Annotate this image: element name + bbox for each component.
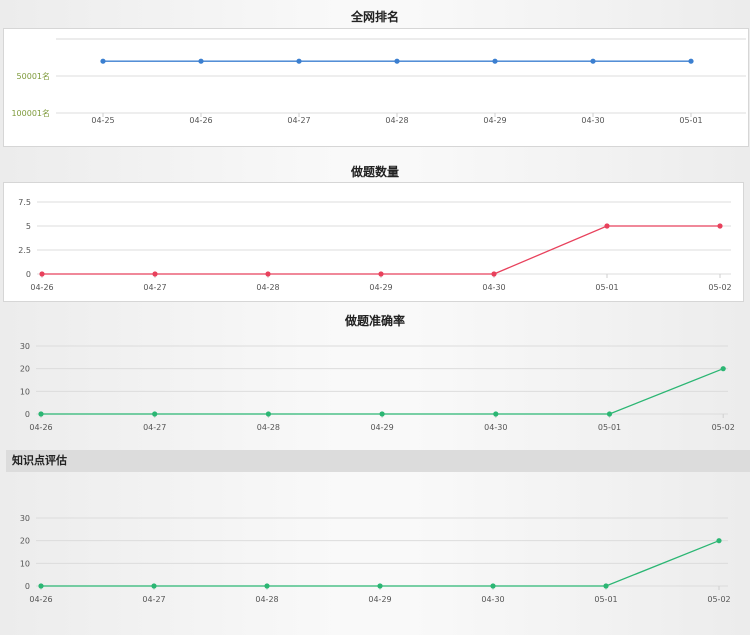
- y-tick-label: 20: [20, 365, 30, 374]
- y-tick-label: 7.5: [18, 198, 31, 207]
- rank-chart: 50001名 100001名 04-25 04-26 04-27 04-28 04-29 04…: [11, 38, 746, 125]
- data-point: [39, 271, 45, 277]
- x-tick-label: 04-28: [255, 595, 278, 604]
- x-tick-label: 04-27: [143, 423, 166, 432]
- data-point: [100, 58, 106, 64]
- x-tick-label: 05-02: [707, 595, 730, 604]
- y-tick-label: 30: [20, 514, 30, 523]
- x-tick-label: 04-25: [91, 116, 114, 125]
- rank-chart-panel: 50001名 100001名 04-25 04-26 04-27 04-28 04-29 04…: [3, 28, 749, 147]
- y-tick-label: 10: [20, 387, 30, 396]
- x-tick-label: 04-26: [189, 116, 212, 125]
- count-chart: 0 2.5 5 7.5 04-26 04-27 04-28 04-29 04-30 05-01 05…: [18, 198, 731, 292]
- data-point: [265, 271, 271, 277]
- x-tick-label: 04-26: [29, 595, 52, 604]
- y-tick-label: 30: [20, 342, 30, 351]
- x-tick-label: 04-27: [287, 116, 310, 125]
- count-chart-panel: 0 2.5 5 7.5 04-26 04-27 04-28 04-29 04-30 05-01 05…: [3, 182, 744, 302]
- knowledge-section-header: 知识点评估: [6, 450, 750, 472]
- data-point: [152, 271, 158, 277]
- x-tick-label: 05-02: [712, 423, 735, 432]
- accuracy-chart-title: 做题准确率: [344, 314, 405, 328]
- x-tick-label: 05-01: [679, 116, 702, 125]
- x-tick-label: 04-30: [482, 283, 505, 292]
- x-tick-label: 04-27: [143, 283, 166, 292]
- x-tick-label: 04-26: [30, 283, 53, 292]
- data-point: [603, 583, 609, 589]
- data-point: [378, 271, 384, 277]
- data-point: [720, 366, 726, 372]
- x-tick-label: 05-01: [594, 595, 617, 604]
- data-point: [492, 58, 498, 64]
- y-tick-label: 0: [25, 582, 30, 591]
- x-tick-label: 04-29: [483, 116, 506, 125]
- x-tick-label: 04-29: [368, 595, 391, 604]
- accuracy-chart-panel: 0 10 20 30 04-26 04-27 04-28 04-29 04-30 05-01 05-…: [3, 334, 743, 434]
- data-point: [493, 411, 499, 417]
- accuracy-chart: 0 10 20 30 04-26 04-27 04-28 04-29 04-30 05-01 05-…: [20, 342, 735, 432]
- data-point: [377, 583, 383, 589]
- knowledge-chart-panel: 0 10 20 30 04-26 04-27 04-28 04-29 04-30 05-01 05-…: [3, 505, 743, 607]
- data-point: [296, 58, 302, 64]
- data-point: [688, 58, 694, 64]
- data-point: [379, 411, 385, 417]
- data-point: [264, 583, 270, 589]
- data-point: [394, 58, 400, 64]
- data-point: [198, 58, 204, 64]
- y-tick-label: 100001名: [11, 108, 50, 118]
- data-point: [152, 411, 158, 417]
- x-tick-label: 05-01: [595, 283, 618, 292]
- y-tick-label: 0: [26, 270, 31, 279]
- x-tick-label: 04-30: [581, 116, 604, 125]
- x-tick-label: 04-30: [481, 595, 504, 604]
- data-point: [717, 223, 723, 229]
- y-tick-label: 50001名: [17, 71, 50, 81]
- x-tick-label: 04-28: [385, 116, 408, 125]
- x-tick-label: 04-28: [256, 283, 279, 292]
- x-tick-label: 04-30: [484, 423, 507, 432]
- data-point: [151, 583, 157, 589]
- knowledge-chart: 0 10 20 30 04-26 04-27 04-28 04-29 04-30 05-01 05-…: [20, 514, 731, 604]
- count-chart-title: 做题数量: [350, 165, 399, 179]
- data-point: [38, 583, 44, 589]
- data-point: [491, 271, 497, 277]
- data-point: [606, 411, 613, 417]
- x-tick-label: 04-29: [369, 283, 392, 292]
- x-tick-label: 04-26: [29, 423, 52, 432]
- x-tick-label: 05-02: [708, 283, 731, 292]
- data-point: [604, 223, 610, 229]
- x-tick-label: 04-29: [370, 423, 393, 432]
- data-point: [716, 538, 722, 544]
- data-point: [38, 411, 44, 417]
- x-tick-label: 04-27: [142, 595, 165, 604]
- x-tick-label: 04-28: [257, 423, 280, 432]
- data-point: [490, 583, 496, 589]
- data-point: [265, 411, 271, 417]
- y-tick-label: 2.5: [18, 246, 31, 255]
- x-tick-label: 05-01: [598, 423, 621, 432]
- y-tick-label: 20: [20, 537, 30, 546]
- rank-chart-title: 全网排名: [350, 10, 399, 24]
- y-tick-label: 10: [20, 559, 30, 568]
- y-tick-label: 0: [25, 410, 30, 419]
- data-point: [590, 58, 596, 64]
- y-tick-label: 5: [26, 222, 31, 231]
